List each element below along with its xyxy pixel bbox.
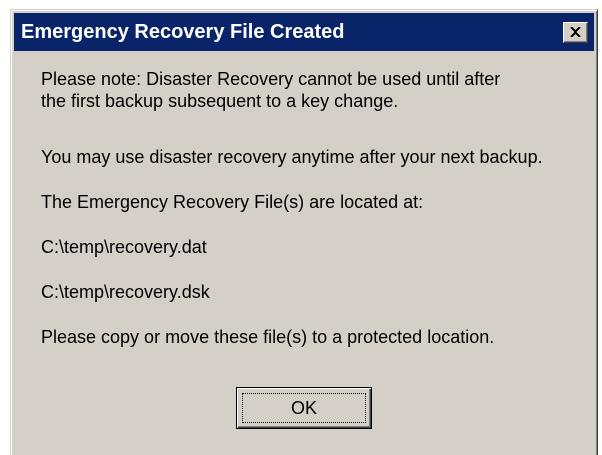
note-paragraph: Please note: Disaster Recovery cannot be… — [41, 68, 500, 112]
file-path-dat: C:\temp\recovery.dat — [41, 237, 207, 257]
file-path-dsk: C:\temp\recovery.dsk — [41, 282, 210, 302]
located-text: The Emergency Recovery File(s) are locat… — [41, 192, 424, 212]
ok-button-label: OK — [290, 397, 317, 418]
close-button[interactable] — [563, 21, 588, 43]
emergency-recovery-dialog: Emergency Recovery File Created Please n… — [10, 9, 598, 455]
close-icon — [570, 27, 581, 37]
copy-instruction-text: Please copy or move these file(s) to a p… — [41, 327, 495, 347]
ok-button[interactable]: OK — [236, 387, 372, 429]
note-line-2: the first backup subsequent to a key cha… — [41, 91, 399, 111]
window-title: Emergency Recovery File Created — [21, 20, 345, 43]
title-bar[interactable]: Emergency Recovery File Created — [14, 13, 594, 51]
anytime-text: You may use disaster recovery anytime af… — [41, 147, 543, 167]
note-line-1: Please note: Disaster Recovery cannot be… — [41, 69, 501, 89]
